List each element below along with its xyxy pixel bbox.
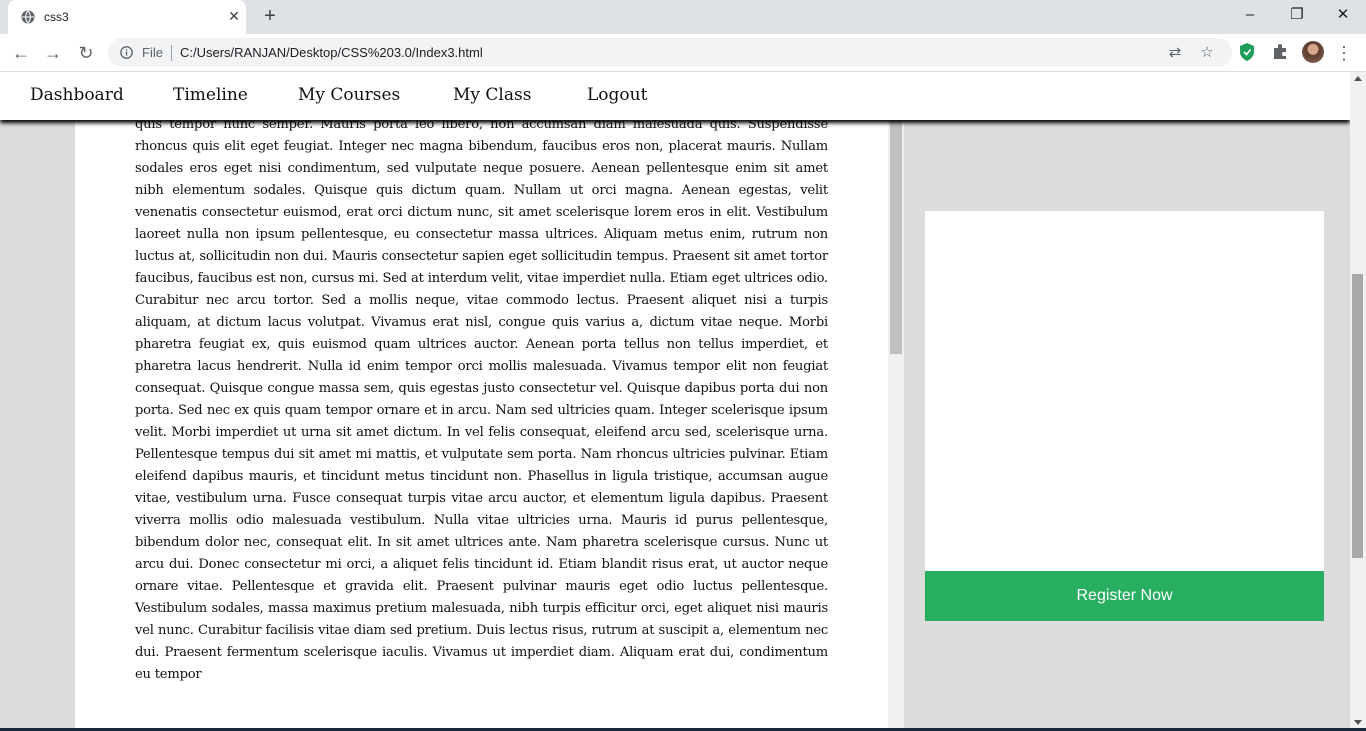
- scroll-down-arrow-icon[interactable]: [1354, 720, 1362, 725]
- register-now-button[interactable]: Register Now: [925, 571, 1324, 621]
- menu-icon[interactable]: ⋮: [1333, 42, 1355, 64]
- browser-tab[interactable]: css3 ✕: [8, 0, 246, 34]
- browser-toolbar: ← → ↻ File C:/Users/RANJAN/Desktop/CSS%2…: [0, 34, 1366, 72]
- nav-logout[interactable]: Logout: [587, 85, 647, 105]
- file-label: File: [142, 45, 163, 60]
- nav-my-class[interactable]: My Class: [453, 85, 531, 105]
- puzzle-icon[interactable]: [1270, 42, 1290, 62]
- content-scrollbar[interactable]: [888, 72, 904, 731]
- nav-dashboard[interactable]: Dashboard: [30, 85, 124, 105]
- sidebar-card: [925, 211, 1324, 572]
- page-scrollbar[interactable]: [1350, 72, 1366, 731]
- star-icon[interactable]: ☆: [1198, 44, 1216, 62]
- address-bar[interactable]: File C:/Users/RANJAN/Desktop/CSS%203.0/I…: [108, 38, 1232, 67]
- minimize-icon[interactable]: –: [1238, 4, 1262, 26]
- tab-strip: css3 ✕ + – ❐ ✕: [0, 0, 1366, 34]
- restore-icon[interactable]: ❐: [1285, 4, 1309, 26]
- info-icon[interactable]: [120, 46, 133, 59]
- url-text[interactable]: C:/Users/RANJAN/Desktop/CSS%203.0/Index3…: [180, 45, 483, 60]
- globe-icon: [21, 10, 35, 24]
- main-content: diam. Sed sollicitudin turpis vitae arcu…: [75, 72, 888, 731]
- article-body: diam. Sed sollicitudin turpis vitae arcu…: [135, 73, 828, 683]
- page-scrollbar-thumb[interactable]: [1352, 274, 1363, 558]
- scroll-up-arrow-icon[interactable]: [1354, 76, 1362, 81]
- close-icon[interactable]: ✕: [226, 8, 242, 24]
- site-navbar: Dashboard Timeline My Courses My Class L…: [0, 72, 1350, 120]
- omnibox-divider: [171, 45, 172, 61]
- reload-icon[interactable]: ↻: [75, 42, 97, 64]
- tab-title: css3: [44, 10, 69, 24]
- forward-icon[interactable]: →: [42, 42, 64, 64]
- profile-avatar[interactable]: [1302, 41, 1324, 63]
- back-icon[interactable]: ←: [10, 42, 32, 64]
- nav-my-courses[interactable]: My Courses: [298, 85, 400, 105]
- shield-extension-icon[interactable]: [1237, 42, 1257, 62]
- translate-icon[interactable]: ⇄: [1166, 44, 1184, 62]
- plus-icon[interactable]: +: [260, 6, 280, 26]
- nav-timeline[interactable]: Timeline: [173, 85, 248, 105]
- page-viewport: Dashboard Timeline My Courses My Class L…: [0, 72, 1350, 731]
- window-close-icon[interactable]: ✕: [1331, 4, 1355, 26]
